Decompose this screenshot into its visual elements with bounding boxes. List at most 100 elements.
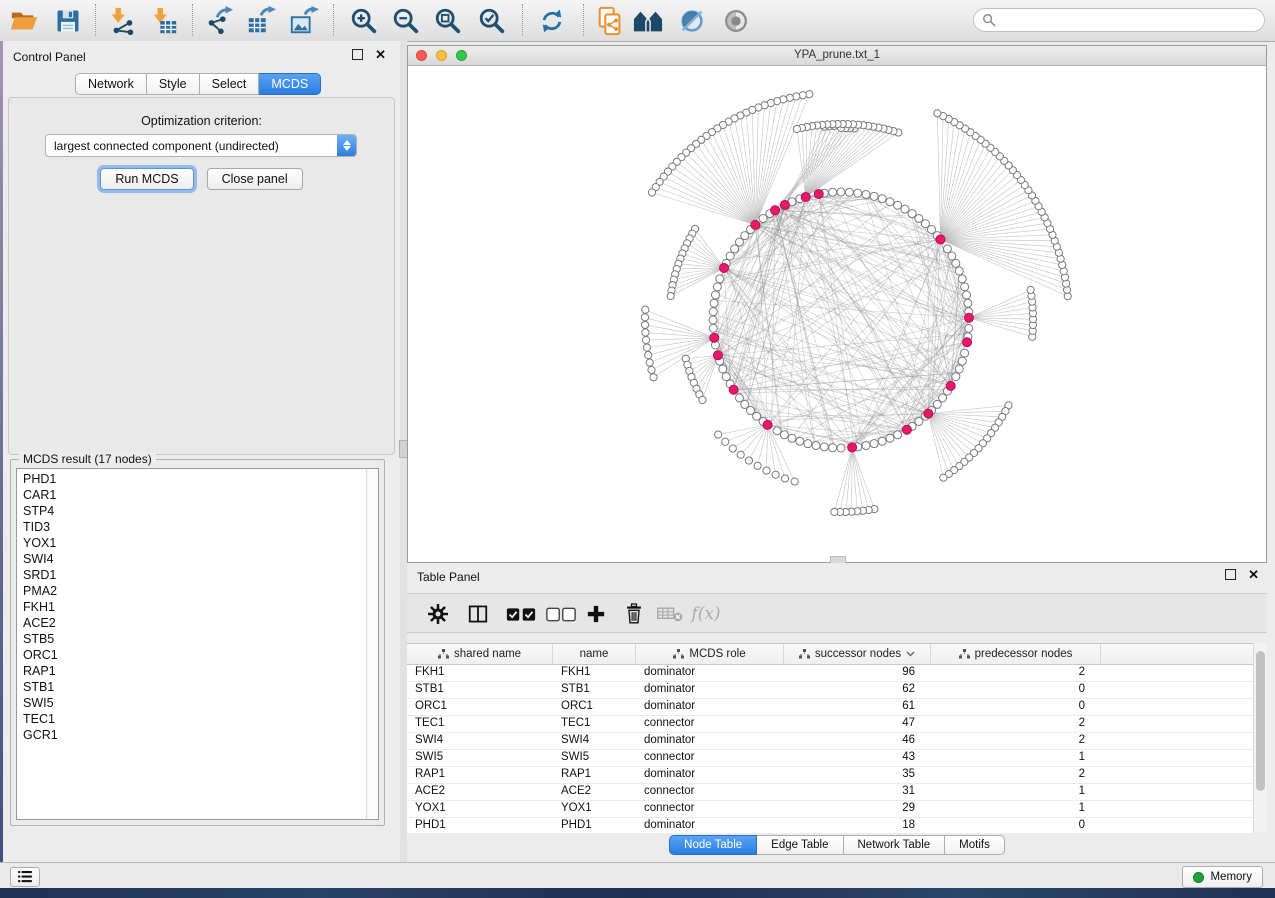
tab-select[interactable]: Select (200, 73, 260, 95)
select-all-columns-icon[interactable] (505, 601, 537, 627)
table-settings-gear-icon[interactable] (425, 601, 451, 627)
mcds-hub-node[interactable] (964, 313, 973, 322)
table-row[interactable]: SWI5SWI5connector431 (407, 750, 1253, 767)
tab-mcds[interactable]: MCDS (259, 73, 321, 95)
column-header-MCDS-role[interactable]: MCDS role (636, 644, 784, 664)
mcds-hub-node[interactable] (780, 200, 789, 209)
tab-style[interactable]: Style (147, 73, 200, 95)
tab-node-table[interactable]: Node Table (669, 835, 757, 855)
table-cell: YOX1 (553, 801, 636, 817)
overview-icon[interactable] (632, 5, 664, 37)
mcds-hub-node[interactable] (848, 443, 857, 452)
mcds-result-item[interactable]: TEC1 (23, 711, 378, 727)
mcds-result-item[interactable]: SWI4 (23, 551, 378, 567)
mcds-hub-node[interactable] (936, 235, 945, 244)
mcds-hub-node[interactable] (946, 381, 955, 390)
close-panel-icon[interactable]: ✕ (1248, 570, 1259, 579)
mcds-result-item[interactable]: PMA2 (23, 583, 378, 599)
mcds-hub-node[interactable] (763, 420, 772, 429)
zoom-selected-icon[interactable] (476, 5, 508, 37)
mcds-hub-node[interactable] (924, 409, 933, 418)
table-row[interactable]: YOX1YOX1connector291 (407, 801, 1253, 818)
mcds-hub-node[interactable] (751, 220, 760, 229)
tab-edge-table[interactable]: Edge Table (757, 835, 843, 855)
mcds-hub-node[interactable] (729, 385, 738, 394)
open-session-icon[interactable] (8, 5, 40, 37)
zoom-in-icon[interactable] (348, 5, 380, 37)
mcds-hub-node[interactable] (720, 263, 729, 272)
column-header-shared-name[interactable]: shared name (407, 644, 553, 664)
share-network-icon[interactable] (594, 5, 626, 37)
mcds-hub-node[interactable] (710, 333, 719, 342)
import-table-icon[interactable] (148, 5, 180, 37)
show-column-panel-icon[interactable] (465, 601, 491, 627)
column-header-predecessor-nodes[interactable]: predecessor nodes (931, 644, 1101, 664)
mcds-result-item[interactable]: RAP1 (23, 663, 378, 679)
show-graphics-icon[interactable] (720, 5, 752, 37)
mcds-hub-node[interactable] (771, 206, 780, 215)
table-row[interactable]: FKH1FKH1dominator962 (407, 665, 1253, 682)
zoom-fit-icon[interactable] (432, 5, 464, 37)
mcds-hub-node[interactable] (814, 189, 823, 198)
network-graph-canvas[interactable] (408, 65, 1266, 562)
table-cell: dominator (636, 665, 784, 681)
mcds-result-item[interactable]: CAR1 (23, 487, 378, 503)
float-panel-icon[interactable] (352, 49, 363, 60)
mcds-hub-node[interactable] (801, 192, 810, 201)
mcds-result-item[interactable]: SWI5 (23, 695, 378, 711)
mcds-hub-node[interactable] (963, 338, 972, 347)
mcds-result-item[interactable]: PHD1 (23, 471, 378, 487)
mcds-result-item[interactable]: ORC1 (23, 647, 378, 663)
zoom-out-icon[interactable] (390, 5, 422, 37)
criterion-dropdown[interactable]: largest connected component (undirected) (45, 134, 357, 157)
unselect-all-columns-icon[interactable] (545, 601, 577, 627)
table-row[interactable]: ACE2ACE2connector311 (407, 784, 1253, 801)
mcds-hub-node[interactable] (713, 351, 722, 360)
mcds-result-item[interactable]: STP4 (23, 503, 378, 519)
export-table-icon[interactable] (245, 5, 277, 37)
mcds-result-item[interactable]: TID3 (23, 519, 378, 535)
tab-network[interactable]: Network (75, 73, 147, 95)
export-network-icon[interactable] (203, 5, 235, 37)
tab-motifs[interactable]: Motifs (945, 835, 1005, 855)
run-mcds-button[interactable]: Run MCDS (100, 168, 193, 190)
table-row[interactable]: SWI4SWI4dominator462 (407, 733, 1253, 750)
mcds-hub-node[interactable] (902, 425, 911, 434)
table-row[interactable]: ORC1ORC1dominator610 (407, 699, 1253, 716)
column-header-name[interactable]: name (553, 644, 636, 664)
mcds-result-item[interactable]: YOX1 (23, 535, 378, 551)
float-panel-icon[interactable] (1225, 569, 1236, 580)
task-history-button[interactable] (10, 867, 40, 887)
delete-column-trash-icon[interactable] (621, 601, 647, 627)
close-panel-button[interactable]: Close panel (207, 168, 303, 190)
close-panel-icon[interactable]: ✕ (375, 50, 386, 59)
save-session-icon[interactable] (52, 5, 84, 37)
mcds-result-item[interactable]: ACE2 (23, 615, 378, 631)
mcds-result-item[interactable]: STB1 (23, 679, 378, 695)
hide-graphics-icon[interactable] (676, 5, 708, 37)
table-row[interactable]: PHD1PHD1dominator180 (407, 818, 1253, 835)
table-row[interactable]: RAP1RAP1dominator352 (407, 767, 1253, 784)
refresh-icon[interactable] (536, 5, 568, 37)
result-list-scrollbar[interactable] (366, 469, 378, 819)
search-field[interactable] (973, 8, 1265, 32)
tab-network-table[interactable]: Network Table (844, 835, 946, 855)
create-column-plus-icon[interactable] (583, 601, 609, 627)
table-scrollbar-thumb[interactable] (1256, 651, 1265, 791)
table-row[interactable]: TEC1TEC1connector472 (407, 716, 1253, 733)
node-table-header[interactable]: shared namenameMCDS rolesuccessor nodesp… (407, 644, 1253, 665)
mcds-result-item[interactable]: FKH1 (23, 599, 378, 615)
export-image-icon[interactable] (288, 5, 320, 37)
table-scrollbar[interactable] (1253, 643, 1267, 832)
column-header-successor-nodes[interactable]: successor nodes (784, 644, 931, 664)
table-row[interactable]: STB1STB1dominator620 (407, 682, 1253, 699)
mcds-result-item[interactable]: GCR1 (23, 727, 378, 743)
mcds-result-item[interactable]: STB5 (23, 631, 378, 647)
import-network-icon[interactable] (106, 5, 138, 37)
search-input[interactable] (996, 12, 1264, 28)
mcds-result-list[interactable]: PHD1CAR1STP4TID3YOX1SWI4SRD1PMA2FKH1ACE2… (16, 468, 379, 820)
delete-table-icon (657, 601, 683, 627)
mcds-result-item[interactable]: SRD1 (23, 567, 378, 583)
memory-button[interactable]: Memory (1182, 866, 1263, 888)
network-window-titlebar[interactable]: YPA_prune.txt_1 (408, 46, 1266, 66)
